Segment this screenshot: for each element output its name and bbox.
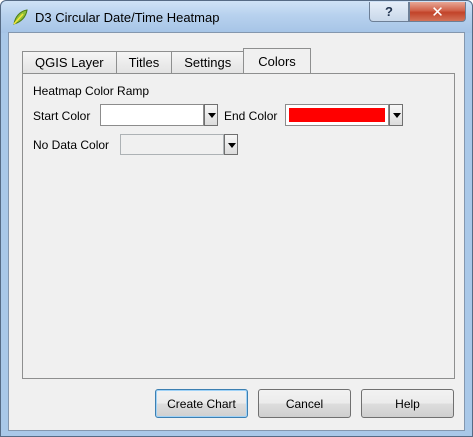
start-color-label: Start Color [33, 109, 91, 123]
question-mark-icon: ? [385, 4, 393, 19]
colors-tab-panel: Heatmap Color Ramp Start Color End Color… [22, 73, 455, 379]
start-color-swatch [104, 108, 200, 122]
heatmap-color-ramp-label: Heatmap Color Ramp [33, 84, 150, 98]
end-color-button[interactable] [285, 104, 389, 126]
no-data-color-button[interactable] [120, 134, 224, 155]
tab-titles[interactable]: Titles [115, 51, 173, 73]
create-chart-button[interactable]: Create Chart [155, 389, 248, 418]
start-color-dropdown-arrow[interactable] [204, 104, 218, 126]
tab-colors[interactable]: Colors [243, 48, 311, 73]
help-button[interactable]: Help [361, 389, 454, 418]
window-title: D3 Circular Date/Time Heatmap [35, 10, 220, 25]
title-close-button[interactable]: ✕ [409, 2, 466, 22]
start-color-button[interactable] [100, 104, 204, 126]
title-bar[interactable]: D3 Circular Date/Time Heatmap ? ✕ [1, 1, 472, 33]
end-color-swatch [289, 108, 385, 122]
no-data-color-label: No Data Color [33, 138, 110, 152]
end-color-label: End Color [224, 109, 278, 123]
tab-qgis-layer[interactable]: QGIS Layer [22, 51, 117, 73]
dialog-window: D3 Circular Date/Time Heatmap ? ✕ QGIS L… [0, 0, 473, 437]
dialog-body: QGIS Layer Titles Settings Colors Heatma… [8, 32, 465, 431]
qgis-leaf-icon [13, 9, 28, 25]
no-data-color-swatch [121, 135, 223, 154]
tab-settings[interactable]: Settings [171, 51, 245, 73]
cancel-button[interactable]: Cancel [258, 389, 351, 418]
tab-bar: QGIS Layer Titles Settings Colors [22, 48, 311, 73]
no-data-color-dropdown-arrow[interactable] [224, 134, 238, 155]
close-icon: ✕ [431, 3, 444, 21]
title-help-button[interactable]: ? [369, 2, 409, 22]
end-color-dropdown-arrow[interactable] [389, 104, 403, 126]
